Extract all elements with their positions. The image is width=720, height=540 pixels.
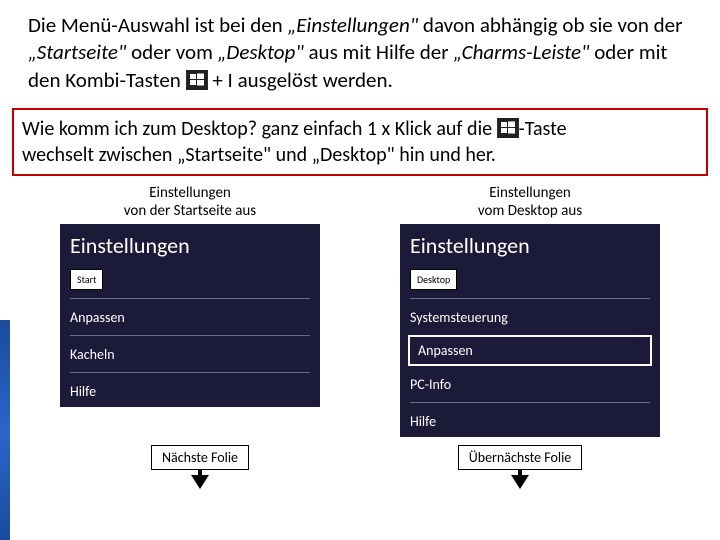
text: Wie komm ich zum Desktop? ganz einfach 1… — [22, 117, 497, 141]
after-next-slide-label: Übernächste Folie — [458, 445, 583, 470]
divider — [70, 298, 310, 299]
next-slide-pointer: Nächste Folie — [40, 445, 360, 490]
menu-item-pc-info[interactable]: PC-Info — [400, 368, 660, 400]
context-label: Start — [70, 269, 103, 290]
text: wechselt zwischen — [22, 143, 177, 167]
text: aus mit Hilfe der — [304, 39, 454, 65]
right-column: Einstellungen vom Desktop aus Einstellun… — [380, 184, 680, 437]
text: Die Menü-Auswahl ist bei den — [28, 12, 287, 38]
decorative-strip — [0, 320, 10, 540]
divider — [70, 372, 310, 373]
quote-startseite: „Startseite" — [177, 143, 271, 167]
windows-key-icon — [497, 118, 519, 138]
title-line: Einstellungen — [489, 184, 571, 202]
quote-charms: „Charms-Leiste" — [453, 39, 589, 65]
divider — [410, 298, 650, 299]
left-column: Einstellungen von der Startseite aus Ein… — [40, 184, 340, 437]
settings-panel-start: Einstellungen Start Anpassen Kacheln Hil… — [60, 224, 320, 407]
text: und — [271, 143, 312, 167]
text: hin und her. — [395, 143, 496, 167]
divider — [410, 402, 650, 403]
quote-desktop: „Desktop" — [218, 39, 304, 65]
arrow-down-icon — [191, 475, 209, 489]
title-line: Einstellungen — [149, 184, 231, 202]
next-slide-label: Nächste Folie — [151, 445, 249, 470]
context-label: Desktop — [410, 269, 457, 290]
text: davon abhängig ob sie von der — [418, 12, 682, 38]
menu-item-anpassen[interactable]: Anpassen — [60, 301, 320, 333]
menu-item-kacheln[interactable]: Kacheln — [60, 338, 320, 370]
arrow-down-icon — [511, 475, 529, 489]
quote-einstellungen: „Einstellungen" — [287, 12, 418, 38]
comparison-columns: Einstellungen von der Startseite aus Ein… — [0, 184, 720, 437]
after-next-slide-pointer: Übernächste Folie — [360, 445, 680, 490]
left-column-title: Einstellungen von der Startseite aus — [40, 184, 340, 220]
divider — [70, 335, 310, 336]
settings-panel-desktop: Einstellungen Desktop Systemsteuerung An… — [400, 224, 660, 437]
menu-item-systemsteuerung[interactable]: Systemsteuerung — [400, 301, 660, 333]
quote-desktop: „Desktop" — [312, 143, 395, 167]
tip-box: Wie komm ich zum Desktop? ganz einfach 1… — [12, 108, 708, 176]
quote-startseite: „Startseite" — [28, 39, 126, 65]
intro-paragraph: Die Menü-Auswahl ist bei den „Einstellun… — [0, 0, 720, 100]
text: + I ausgelöst werden. — [208, 67, 393, 93]
text: -Taste — [519, 117, 567, 141]
menu-item-hilfe[interactable]: Hilfe — [400, 405, 660, 437]
title-line: von der Startseite aus — [124, 202, 256, 220]
panel-header: Einstellungen — [400, 224, 660, 269]
footer-arrows: Nächste Folie Übernächste Folie — [0, 445, 720, 490]
menu-item-hilfe[interactable]: Hilfe — [60, 375, 320, 407]
right-column-title: Einstellungen vom Desktop aus — [380, 184, 680, 220]
panel-header: Einstellungen — [60, 224, 320, 269]
windows-key-icon — [186, 70, 208, 90]
menu-item-anpassen[interactable]: Anpassen — [408, 335, 652, 366]
text: oder vom — [126, 39, 217, 65]
title-line: vom Desktop aus — [478, 202, 582, 220]
